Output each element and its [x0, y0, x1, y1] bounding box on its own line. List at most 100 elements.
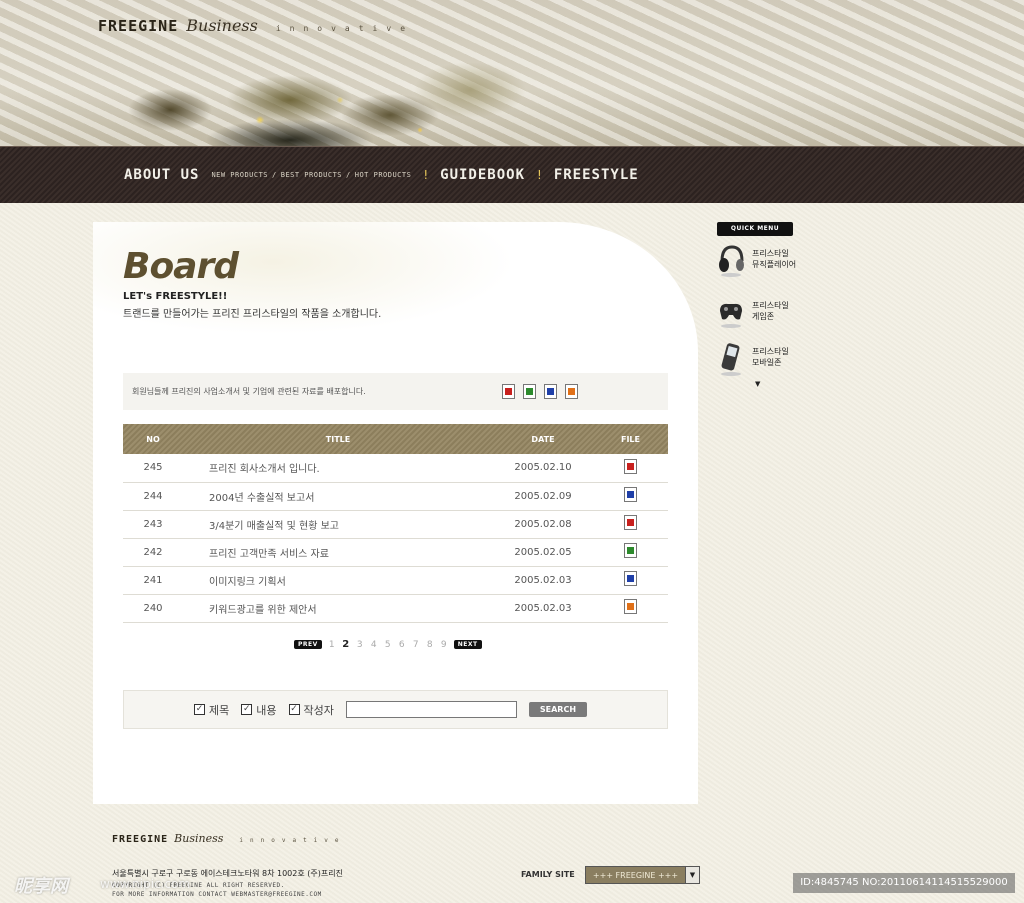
column-header-date: DATE: [531, 434, 555, 444]
nav-new-products[interactable]: NEW PRODUCTS: [211, 171, 268, 179]
doc-icon[interactable]: [624, 571, 637, 586]
footer-logo-tagline: innovative: [239, 837, 346, 844]
nav-best-products[interactable]: BEST PRODUCTS: [281, 171, 342, 179]
page-link-9[interactable]: 9: [440, 640, 448, 650]
table-row[interactable]: 245 프리진 회사소개서 입니다. 2005.02.10: [123, 454, 668, 482]
watermark-logo: 昵享网: [14, 876, 68, 897]
logo-script: Business: [186, 16, 258, 35]
headphones-icon: [716, 243, 746, 277]
search-bar: ✓ 제목 ✓ 내용 ✓ 작성자 SEARCH: [123, 690, 668, 729]
table-row[interactable]: 242 프리진 고객만족 서비스 자료 2005.02.05: [123, 538, 668, 566]
quick-menu-label: 뮤직플레이어: [752, 260, 797, 269]
row-date: 2005.02.03: [514, 602, 572, 614]
row-title-link[interactable]: 프리진 고객만족 서비스 자료: [183, 538, 493, 566]
table-row[interactable]: 240 키워드광고를 위한 제안서 2005.02.03: [123, 594, 668, 622]
nav-hot-products[interactable]: HOT PRODUCTS: [355, 171, 412, 179]
page-link-6[interactable]: 6: [398, 640, 406, 650]
search-input[interactable]: [345, 701, 517, 718]
quick-menu-label: 프리스타일: [752, 301, 789, 310]
quick-menu-label: 모바일존: [752, 358, 782, 367]
table-header-row: NO TITLE DATE FILE: [123, 424, 668, 454]
file-type-icons: [502, 384, 578, 399]
row-title-link[interactable]: 이미지링크 기획서: [183, 566, 493, 594]
search-option-content[interactable]: ✓ 내용: [241, 702, 277, 718]
page-link-4[interactable]: 4: [370, 640, 378, 650]
page-link-8[interactable]: 8: [426, 640, 434, 650]
family-site-label: FAMILY SITE: [521, 870, 575, 879]
table-row[interactable]: 244 2004년 수출실적 보고서 2005.02.09: [123, 482, 668, 510]
prev-page-button[interactable]: PREV: [294, 640, 322, 649]
quick-menu-label: 프리스타일: [752, 249, 789, 258]
footer-logo: FREEGINE Business innovative: [112, 832, 346, 845]
page-link-1[interactable]: 1: [328, 640, 336, 650]
info-text: 회원님들께 프리진의 사업소개서 및 기업에 관련된 자료를 배포합니다.: [132, 387, 366, 396]
row-title-link[interactable]: 2004년 수출실적 보고서: [183, 482, 493, 510]
row-number: 244: [143, 490, 163, 502]
page-link-7[interactable]: 7: [412, 640, 420, 650]
chevron-down-icon[interactable]: ▼: [685, 867, 699, 883]
pdf-icon: [502, 384, 515, 399]
row-title-link[interactable]: 프리진 회사소개서 입니다.: [183, 454, 493, 482]
site-logo[interactable]: FREEGINE Business innovative: [98, 16, 414, 35]
main-nav: ABOUT US NEW PRODUCTS / BEST PRODUCTS / …: [0, 146, 1024, 203]
board-table: NO TITLE DATE FILE 245 프리진 회사소개서 입니다. 20…: [123, 424, 668, 623]
search-option-author[interactable]: ✓ 작성자: [288, 702, 334, 718]
pdf-icon[interactable]: [624, 458, 637, 474]
checkbox-checked-icon[interactable]: ✓: [288, 704, 300, 715]
next-page-button[interactable]: NEXT: [453, 640, 482, 649]
page-subtitle: LET's FREESTYLE!!: [123, 291, 228, 302]
header-banner: FREEGINE Business innovative: [0, 0, 1024, 146]
family-site-select[interactable]: +++ FREEGINE +++ ▼: [585, 866, 700, 884]
xls-icon[interactable]: [624, 543, 637, 558]
watermark-url: www.nipic.com: [100, 877, 191, 891]
info-box: 회원님들께 프리진의 사업소개서 및 기업에 관련된 자료를 배포합니다.: [123, 373, 668, 410]
quick-menu-label: 프리스타일: [752, 347, 789, 356]
quick-menu-item-mobile[interactable]: 프리스타일 모바일존: [716, 341, 789, 376]
logo-wordmark: FREEGINE: [98, 17, 179, 35]
row-date: 2005.02.03: [514, 574, 572, 586]
pagination: PREV 1 2 3 4 5 6 7 8 9 NEXT: [294, 639, 482, 650]
row-title-link[interactable]: 키워드광고를 위한 제안서: [183, 594, 493, 622]
mobile-phone-icon: [716, 341, 746, 376]
row-number: 240: [143, 602, 163, 614]
table-row[interactable]: 241 이미지링크 기획서 2005.02.03: [123, 566, 668, 594]
logo-tagline: innovative: [275, 24, 415, 33]
footer-logo-wordmark: FREEGINE: [112, 834, 169, 845]
checkbox-checked-icon[interactable]: ✓: [194, 704, 205, 715]
row-number: 245: [143, 462, 163, 474]
search-button[interactable]: SEARCH: [528, 702, 588, 717]
column-header-file: FILE: [620, 434, 640, 444]
nav-freestyle[interactable]: FREESTYLE: [554, 167, 639, 183]
family-site-value: +++ FREEGINE +++: [592, 870, 679, 880]
pdf-icon[interactable]: [624, 515, 637, 530]
nav-sub-separator: /: [346, 171, 351, 179]
ppt-icon: [565, 384, 578, 399]
page-link-current[interactable]: 2: [342, 639, 350, 650]
checkbox-checked-icon[interactable]: ✓: [241, 704, 253, 715]
page-description: 트랜드를 만들어가는 프리진 프리스타일의 작품을 소개합니다.: [123, 309, 382, 320]
ppt-icon[interactable]: [624, 599, 637, 614]
nav-sub-separator: /: [272, 171, 277, 179]
quick-menu-title: QUICK MENU: [717, 222, 793, 236]
row-title-link[interactable]: 3/4분기 매출실적 및 현황 보고: [183, 510, 493, 538]
row-number: 241: [143, 574, 163, 586]
xls-icon: [523, 384, 536, 399]
row-number: 243: [143, 518, 163, 530]
header-foliage-image: [90, 40, 530, 146]
page: FREEGINE Business innovative ABOUT US NE…: [0, 0, 1024, 903]
page-link-5[interactable]: 5: [384, 640, 392, 650]
footer-logo-script: Business: [174, 832, 224, 845]
quick-menu-item-music[interactable]: 프리스타일 뮤직플레이어: [716, 243, 797, 277]
nav-guidebook[interactable]: GUIDEBOOK: [440, 167, 525, 183]
column-header-no: NO: [146, 434, 160, 444]
page-link-3[interactable]: 3: [356, 640, 364, 650]
search-option-title[interactable]: ✓ 제목: [194, 702, 229, 718]
nav-about-us[interactable]: ABOUT US: [124, 167, 199, 183]
table-row[interactable]: 243 3/4분기 매출실적 및 현황 보고 2005.02.08: [123, 510, 668, 538]
doc-icon[interactable]: [624, 487, 637, 502]
quick-menu-item-game[interactable]: 프리스타일 게임존: [716, 295, 789, 328]
doc-icon: [544, 384, 557, 399]
row-date: 2005.02.05: [514, 546, 572, 558]
gamepad-icon: [716, 295, 746, 328]
quick-menu-scroll-arrow-icon[interactable]: ▼: [755, 380, 760, 388]
